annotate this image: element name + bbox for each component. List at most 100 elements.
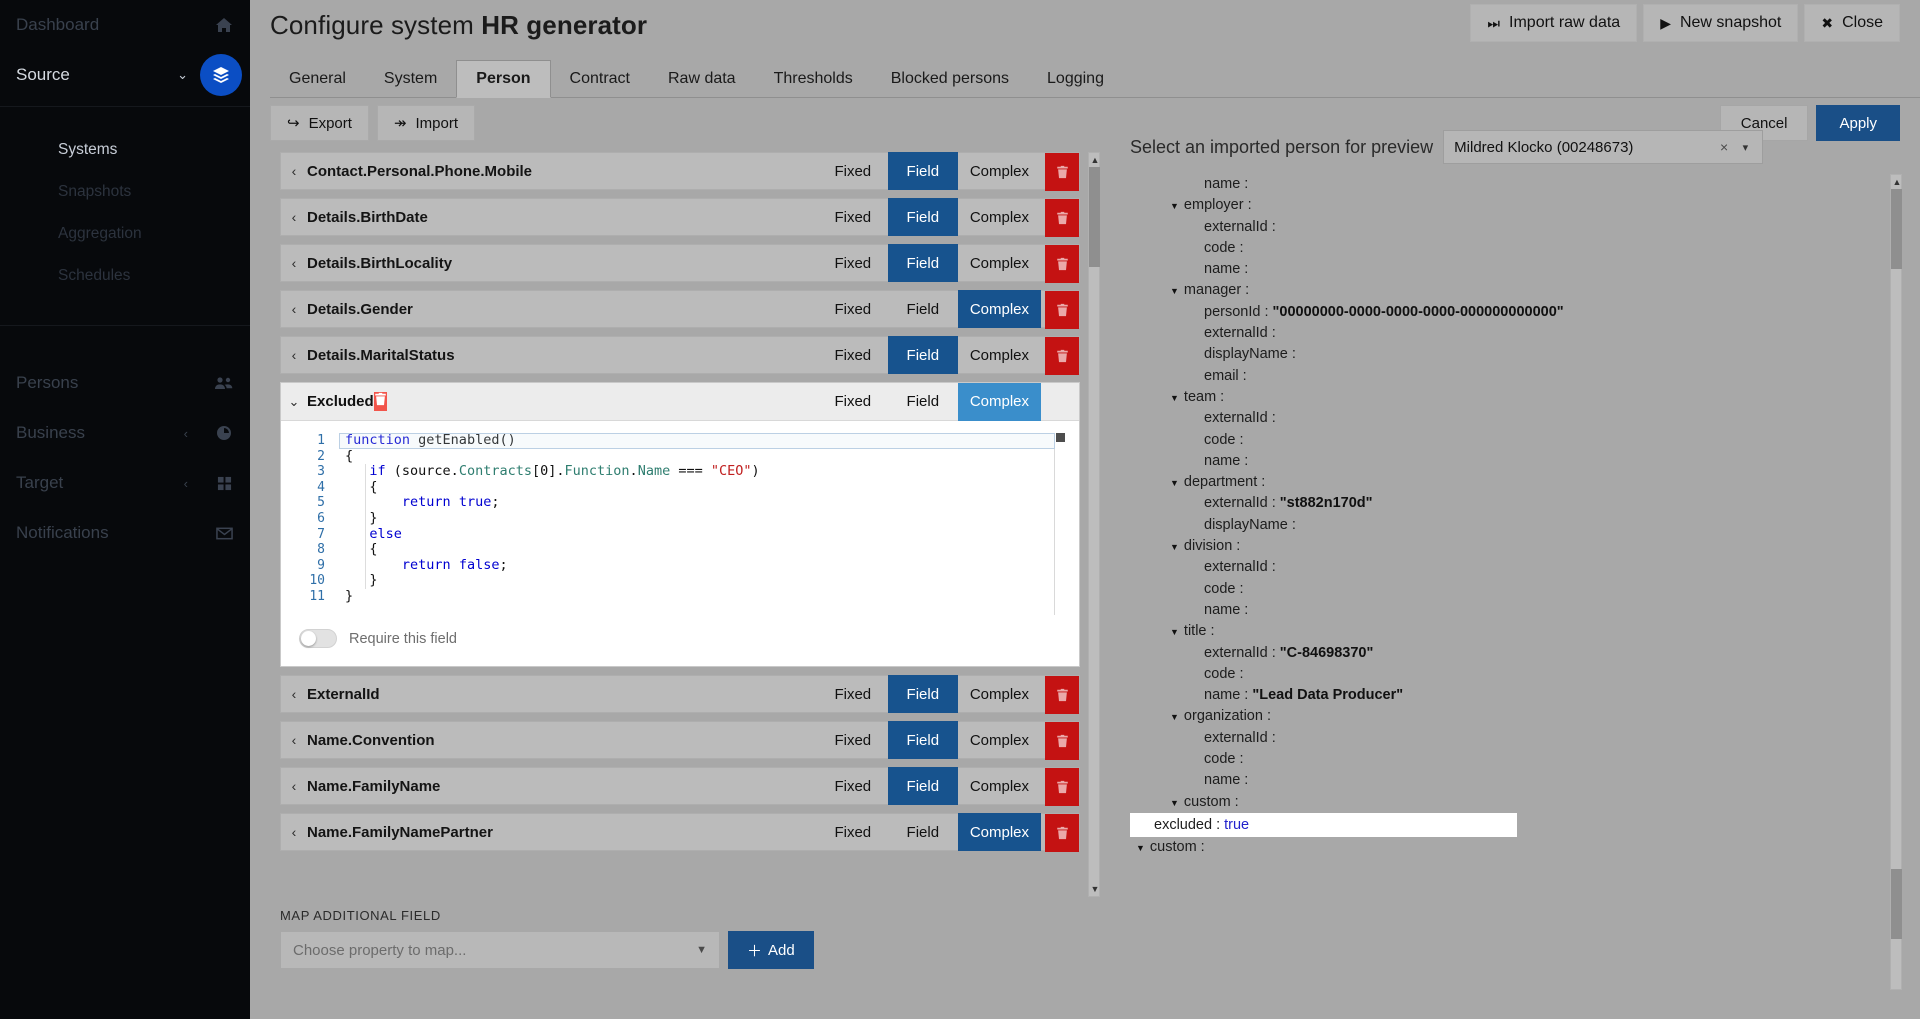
table-row[interactable]: ‹ Name.Convention Fixed Field Complex (280, 721, 1080, 760)
segment-fixed[interactable]: Fixed (818, 813, 888, 851)
tab-person[interactable]: Person (456, 60, 551, 98)
sidebar-item-dashboard[interactable]: Dashboard (0, 0, 250, 50)
segment-complex[interactable]: Complex (958, 767, 1041, 805)
segment-field[interactable]: Field (887, 767, 958, 805)
chevron-left-icon[interactable]: ‹ (281, 824, 307, 840)
table-row[interactable]: ‹ Name.FamilyNamePartner Fixed Field Com… (280, 813, 1080, 852)
json-row[interactable]: name : "Lead Data Producer" (1130, 685, 1898, 706)
json-row[interactable]: name : (1130, 770, 1898, 791)
table-row[interactable]: ‹ Name.FamilyName Fixed Field Complex (280, 767, 1080, 806)
json-row[interactable]: externalId : (1130, 408, 1898, 429)
triangle-down-icon[interactable]: ▼ (1170, 201, 1179, 211)
delete-button[interactable] (1045, 337, 1079, 375)
clear-icon[interactable]: × (1720, 139, 1728, 155)
json-row[interactable]: code : (1130, 579, 1898, 600)
segment-fixed[interactable]: Fixed (818, 290, 888, 328)
segment-fixed[interactable]: Fixed (818, 198, 888, 236)
chevron-left-icon[interactable]: ‹ (281, 347, 307, 363)
scrollbar-thumb[interactable] (1056, 433, 1065, 442)
triangle-down-icon[interactable]: ▼ (1136, 843, 1145, 853)
triangle-down-icon[interactable]: ▼ (1170, 542, 1179, 552)
segment-complex[interactable]: Complex (958, 198, 1041, 236)
segment-field[interactable]: Field (887, 336, 958, 374)
json-row[interactable]: name : (1130, 259, 1898, 280)
tab-logging[interactable]: Logging (1028, 60, 1123, 98)
json-row[interactable]: displayName : (1130, 344, 1898, 365)
delete-button[interactable] (1045, 768, 1079, 806)
chevron-down-icon[interactable]: ▾ (1743, 141, 1749, 154)
json-row[interactable]: ▼ title : (1130, 621, 1898, 642)
json-row[interactable]: code : (1130, 238, 1898, 259)
json-row[interactable]: ▼ division : (1130, 536, 1898, 557)
delete-button[interactable] (1045, 153, 1079, 191)
table-row[interactable]: ⌄ Excluded Fixed Field Complex (281, 382, 1079, 421)
segment-field[interactable]: Field (887, 244, 958, 282)
delete-button[interactable] (1045, 199, 1079, 237)
delete-button[interactable] (1045, 722, 1079, 760)
scroll-up-arrow-icon[interactable]: ▲ (1891, 175, 1903, 189)
scrollbar-thumb[interactable] (1891, 869, 1902, 939)
segment-fixed[interactable]: Fixed (818, 721, 888, 759)
json-row[interactable]: ▼ custom : (1130, 837, 1898, 858)
segment-complex[interactable]: Complex (958, 244, 1041, 282)
json-row[interactable]: ▼ team : (1130, 387, 1898, 408)
chevron-down-icon[interactable]: ⌄ (281, 394, 307, 410)
apply-button[interactable]: Apply (1816, 105, 1900, 141)
json-row[interactable]: externalId : "st882n170d" (1130, 493, 1898, 514)
sidebar-item-aggregation[interactable]: Aggregation (0, 213, 250, 255)
json-row[interactable]: code : (1130, 664, 1898, 685)
json-row[interactable]: name : (1130, 174, 1898, 195)
json-row-highlighted[interactable]: excluded : true (1130, 812, 1517, 837)
tab-blocked-persons[interactable]: Blocked persons (872, 60, 1028, 98)
json-row[interactable]: name : (1130, 600, 1898, 621)
triangle-down-icon[interactable]: ▼ (1170, 286, 1179, 296)
segment-fixed[interactable]: Fixed (818, 767, 888, 805)
chevron-left-icon[interactable]: ‹ (281, 163, 307, 179)
tab-system[interactable]: System (365, 60, 456, 98)
sidebar-item-snapshots[interactable]: Snapshots (0, 171, 250, 213)
field-list-scrollbar[interactable]: ▲ ▼ (1088, 152, 1100, 897)
segment-fixed[interactable]: Fixed (818, 675, 888, 713)
json-row[interactable]: externalId : (1130, 728, 1898, 749)
property-select[interactable]: Choose property to map... ▼ (280, 931, 720, 969)
editor-scrollbar[interactable] (1056, 433, 1065, 615)
segment-field[interactable]: Field (887, 152, 958, 190)
chevron-left-icon[interactable]: ‹ (281, 209, 307, 225)
table-row[interactable]: ‹ Details.BirthDate Fixed Field Complex (280, 198, 1080, 237)
segment-complex[interactable]: Complex (958, 721, 1041, 759)
segment-fixed[interactable]: Fixed (818, 152, 888, 190)
person-select[interactable]: Mildred Klocko (00248673) × ▾ (1443, 130, 1764, 164)
table-row[interactable]: ‹ Details.BirthLocality Fixed Field Comp… (280, 244, 1080, 283)
triangle-down-icon[interactable]: ▼ (1170, 478, 1179, 488)
sidebar-item-business[interactable]: Business ‹ (0, 408, 250, 458)
segment-complex[interactable]: Complex (957, 813, 1041, 851)
chevron-left-icon[interactable]: ‹ (281, 778, 307, 794)
table-row[interactable]: ‹ Details.Gender Fixed Field Complex (280, 290, 1080, 329)
segment-field[interactable]: Field (888, 290, 958, 328)
scroll-up-arrow-icon[interactable]: ▲ (1089, 153, 1101, 167)
segment-complex[interactable]: Complex (957, 382, 1041, 421)
segment-complex[interactable]: Complex (958, 336, 1041, 374)
delete-button[interactable] (1045, 245, 1079, 283)
delete-button[interactable] (1045, 676, 1079, 714)
segment-complex[interactable]: Complex (958, 675, 1041, 713)
segment-field[interactable]: Field (887, 198, 958, 236)
chevron-left-icon[interactable]: ‹ (281, 686, 307, 702)
chevron-left-icon[interactable]: ‹ (281, 301, 307, 317)
segment-fixed[interactable]: Fixed (818, 244, 888, 282)
segment-field[interactable]: Field (888, 383, 958, 421)
scrollbar-thumb[interactable] (1089, 167, 1100, 267)
triangle-down-icon[interactable]: ▼ (1170, 627, 1179, 637)
json-row[interactable]: ▼ custom : (1130, 792, 1898, 813)
segment-fixed[interactable]: Fixed (818, 383, 888, 421)
segment-field[interactable]: Field (888, 813, 958, 851)
import-raw-data-button[interactable]: ⏭ Import raw data (1470, 4, 1638, 42)
triangle-down-icon[interactable]: ▼ (1170, 798, 1179, 808)
json-tree-scrollbar[interactable]: ▲ (1890, 174, 1902, 990)
tab-general[interactable]: General (270, 60, 365, 98)
json-row[interactable]: email : (1130, 366, 1898, 387)
table-row[interactable]: ‹ ExternalId Fixed Field Complex (280, 675, 1080, 714)
sidebar-item-target[interactable]: Target ‹ (0, 458, 250, 508)
json-preview-tree[interactable]: name : ▼ employer : externalId : code : n… (1130, 174, 1898, 990)
json-row[interactable]: code : (1130, 749, 1898, 770)
